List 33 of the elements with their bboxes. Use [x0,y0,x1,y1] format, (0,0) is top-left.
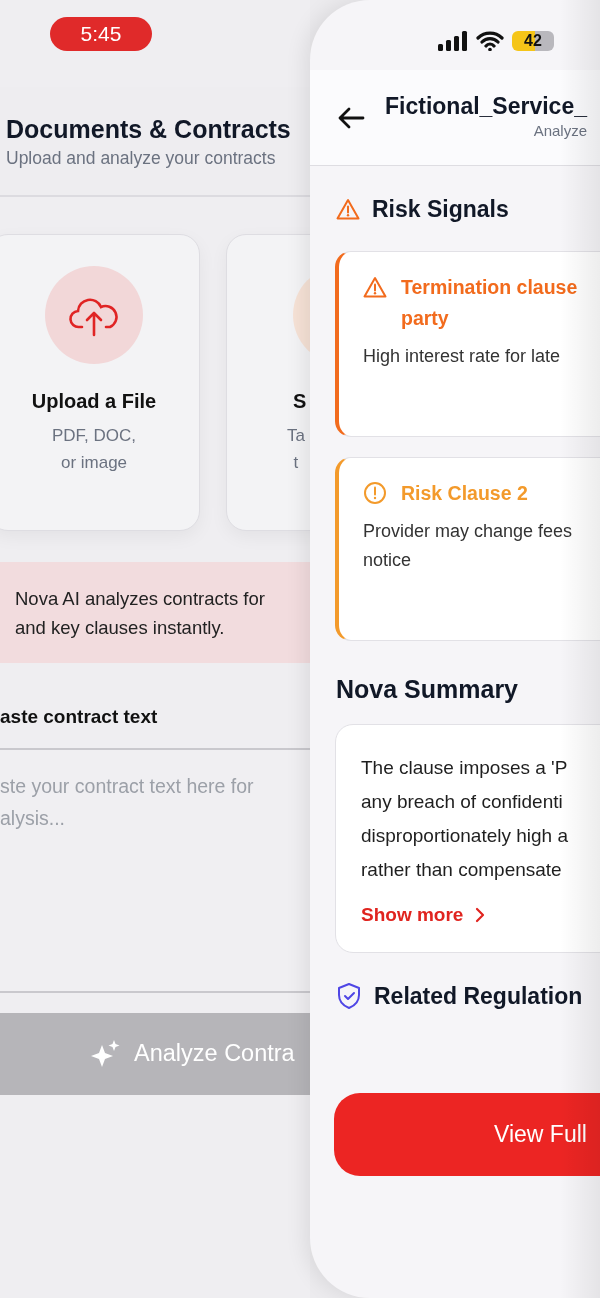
document-subtitle: Analyze [533,121,587,142]
option-title: Upload a File [31,389,157,414]
option-title: S [293,389,307,414]
field-label: aste contract text [0,705,159,729]
back-arrow-icon [337,105,365,130]
warning-icon [336,198,360,221]
section-heading: Related Regulation [374,981,583,1011]
risk-description: Provider may change fees notice [363,519,574,572]
shield-check-icon [336,981,362,1010]
wifi-icon [476,31,504,51]
option-description: PDF, DOC, or image [51,425,137,474]
risk-description: High interest rate for late [363,344,562,368]
document-title: Fictional_Service_ [385,92,587,121]
option-card[interactable]: S Ta t [226,234,310,531]
section-heading: Risk Signals [372,195,509,224]
warning-icon [363,275,387,298]
alert-circle-icon [363,480,387,505]
risk-title: Termination clause party [401,274,578,331]
show-more-link[interactable]: Show more [361,901,486,930]
screen-subtitle: Upload and analyze your contracts [6,147,277,170]
screen-title: Documents & Contracts [6,114,292,145]
chevron-right-icon [475,907,486,924]
sparkle-icon [90,1038,120,1069]
status-time: 5:45 [50,17,152,51]
info-banner: Nova AI analyzes contracts for and key clauses instantly. [0,562,310,663]
signal-icon [438,31,468,51]
option-description: Ta t [287,425,305,474]
risk-title: Risk Clause 2 [401,480,528,506]
option-card[interactable]: Upload a File PDF, DOC, or image [0,234,200,531]
section-heading: Nova Summary [336,673,519,705]
contract-text-field[interactable]: ste your contract text here for alysis... [0,747,310,993]
summary-text: The clause imposes a 'P any breach of confidenti disproportionately high a rather than compensate [361,756,570,882]
view-full-button[interactable]: View Full [334,1093,600,1176]
